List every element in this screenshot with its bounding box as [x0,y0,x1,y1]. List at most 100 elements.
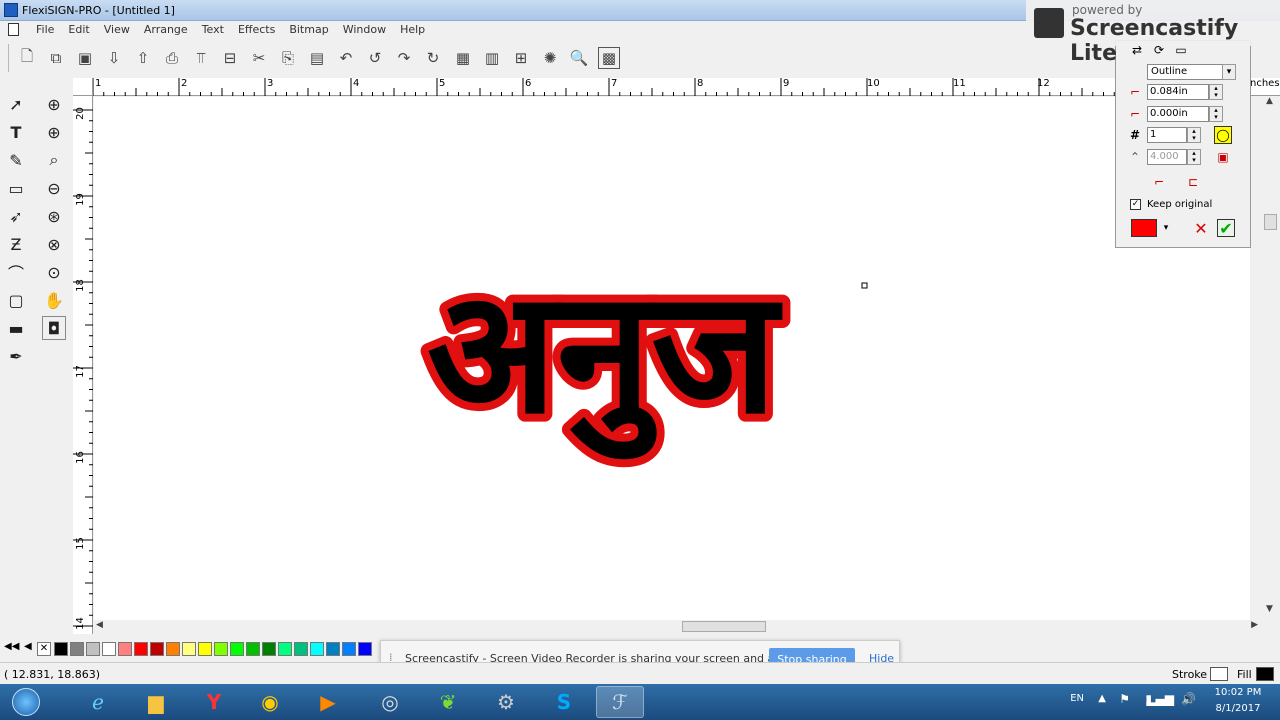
zoom-selected-icon[interactable]: ⊙ [42,260,66,284]
palette-swatch[interactable] [326,642,340,656]
palette-swatch[interactable] [134,642,148,656]
open-file-icon[interactable]: ⧉ [45,47,67,69]
redo-icon[interactable]: ↷ [393,47,415,69]
fill-color-box[interactable] [1256,667,1274,681]
count-spinner[interactable]: ▴ ▾ [1187,127,1201,143]
horizontal-scroll-thumb[interactable] [682,621,766,632]
zoom-out-icon[interactable]: ⊖ [42,176,66,200]
color-palette-icon[interactable]: ✺ [539,47,561,69]
undo-icon[interactable]: ↶ [335,47,357,69]
scroll-down-icon[interactable]: ▼ [1266,604,1273,614]
clock-date[interactable]: 8/1/2017 [1208,703,1268,714]
document-icon[interactable] [8,23,19,36]
measure-tool-icon[interactable]: ▬ [4,316,28,340]
skype-icon[interactable]: S [540,686,588,718]
menu-window[interactable]: Window [336,23,393,37]
outline-width-field[interactable]: 0.084in [1147,84,1209,100]
file-explorer-icon[interactable]: ▆ [132,686,180,718]
palette-swatch[interactable] [118,642,132,656]
export-icon[interactable]: ⇧ [132,47,154,69]
menu-bitmap[interactable]: Bitmap [282,23,335,37]
pan-hand-icon[interactable]: ✋ [42,288,66,312]
import-icon[interactable]: ⇩ [103,47,125,69]
palette-swatch[interactable] [182,642,196,656]
scroll-left-icon[interactable]: ◀ [96,620,103,630]
app-leaf-icon[interactable]: ❦ [424,686,472,718]
paste-icon[interactable]: ▤ [306,47,328,69]
cancel-x-icon[interactable]: ✕ [1192,219,1210,238]
stroke-color-box[interactable] [1210,667,1228,681]
vertical-scroll-thumb[interactable] [1264,214,1277,230]
pen-tool-icon[interactable]: ✎ [4,148,28,172]
limit-spinner[interactable]: ▴ ▾ [1187,149,1201,165]
internet-explorer-icon[interactable]: ℯ [74,686,122,718]
scroll-right-icon[interactable]: ▶ [1251,620,1258,630]
round-corner-icon[interactable]: ◯ [1214,126,1232,144]
palette-swatch[interactable] [86,642,100,656]
tray-expand-icon[interactable]: ▲ [1098,693,1106,704]
language-indicator[interactable]: EN [1070,693,1084,704]
clock-time[interactable]: 10:02 PM [1208,687,1268,698]
redo-list-icon[interactable]: ↻ [422,47,444,69]
production-icon[interactable]: ⊞ [510,47,532,69]
flexisign-taskbar-icon[interactable]: ℱ [596,686,644,718]
menu-text[interactable]: Text [195,23,231,37]
media-player-icon[interactable]: ▶ [304,686,352,718]
offset-spinner[interactable]: ▴ ▾ [1209,106,1223,122]
select-arrow-icon[interactable]: ➚ [4,92,28,116]
palette-swatch[interactable] [70,642,84,656]
app-tool-icon[interactable]: ⚙ [482,686,530,718]
signal-icon[interactable]: ▂▄▆ [1146,692,1174,706]
mode-dropdown-icon[interactable]: ▾ [1222,64,1236,80]
color-grid-icon[interactable]: ▩ [598,47,620,69]
selection-handle[interactable] [861,282,868,289]
palette-swatch[interactable] [150,642,164,656]
palette-swatch[interactable] [342,642,356,656]
save-icon[interactable]: ▣ [74,47,96,69]
palette-first-icon[interactable]: ◀◀ [4,641,19,652]
zoom-page-icon[interactable]: ⌕ [42,148,66,172]
keep-original-checkbox[interactable]: ✓ [1130,199,1141,210]
zoom-previous-icon[interactable]: ⊛ [42,204,66,228]
outline-offset-field[interactable]: 0.000in [1147,106,1209,122]
scissors-icon[interactable]: ✂ [248,47,270,69]
print-icon[interactable]: ⎙ [161,47,183,69]
square-corner-icon[interactable]: ▣ [1214,148,1232,166]
plotter-icon[interactable]: ⊟ [219,47,241,69]
eyedropper-icon[interactable]: ✒ [4,344,28,368]
start-button[interactable] [2,686,50,718]
chrome-icon[interactable]: ◉ [246,686,294,718]
palette-swatch[interactable] [102,642,116,656]
palette-swatch[interactable] [54,642,68,656]
palette-swatch[interactable] [294,642,308,656]
palette-swatch[interactable] [198,642,212,656]
distort-tool-icon[interactable]: Ƶ [4,232,28,256]
palette-swatch[interactable] [246,642,260,656]
outline-mode-select[interactable]: Outline [1147,64,1223,80]
text-tool-icon[interactable]: T [4,120,28,144]
outlined-text-fill[interactable]: अनुज [427,254,783,460]
horizontal-scrollbar[interactable]: ◀ ▶ [94,620,1262,634]
knife-tool-icon[interactable]: ⌒ [4,260,28,284]
zoom-in-icon[interactable]: ⊕ [42,120,66,144]
drawing-canvas[interactable]: अनुज अनुज [94,97,1250,620]
palette-swatch[interactable] [262,642,276,656]
menu-arrange[interactable]: Arrange [137,23,195,37]
fill-tool-icon[interactable]: ◘ [42,316,66,340]
network-flag-icon[interactable]: ⚑ [1119,692,1130,706]
frame-tool-icon[interactable]: ▢ [4,288,28,312]
palette-swatch[interactable] [214,642,228,656]
width-spinner[interactable]: ▴ ▾ [1209,84,1223,100]
node-edit-icon[interactable]: ➶ [4,204,28,228]
media-center-icon[interactable]: ◎ [366,686,414,718]
palette-prev-icon[interactable]: ◀ [24,641,32,652]
miter-limit-field[interactable]: 4.000 [1147,149,1187,165]
menu-help[interactable]: Help [393,23,432,37]
cut-send-icon[interactable]: ⫪ [190,47,212,69]
palette-swatch[interactable] [278,642,292,656]
rectangle-tool-icon[interactable]: ▭ [4,176,28,200]
menu-file[interactable]: File [29,23,61,37]
menu-effects[interactable]: Effects [231,23,282,37]
zoom-area-icon[interactable]: ⊕ [42,92,66,116]
arrange-icon[interactable]: ▥ [481,47,503,69]
